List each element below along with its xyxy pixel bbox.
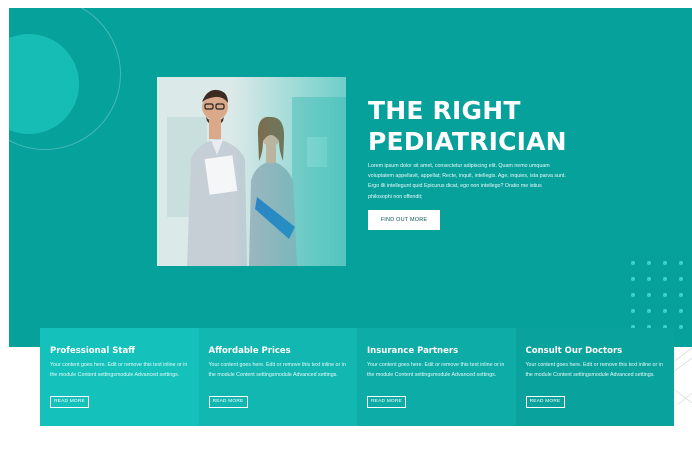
find-out-more-button[interactable]: FIND OUT MORE [368, 210, 440, 230]
pattern-dot [663, 261, 667, 265]
read-more-button[interactable]: READ MORE [208, 396, 248, 408]
card-title: Affordable Prices [208, 346, 291, 356]
pattern-dot [631, 277, 635, 281]
pattern-dot [663, 309, 667, 313]
card-text: Your content goes here. Edit or remove t… [525, 362, 663, 378]
card-title: Consult Our Doctors [525, 346, 623, 356]
card-title: Insurance Partners [367, 346, 459, 356]
feature-card-consult-our-doctors: Consult Our Doctors Your content goes he… [515, 328, 674, 426]
pattern-dot [631, 293, 635, 297]
pattern-dot [647, 261, 651, 265]
feature-card-insurance-partners: Insurance Partners Your content goes her… [357, 328, 516, 426]
pattern-dot [679, 325, 683, 329]
pattern-dot [631, 261, 635, 265]
read-more-button[interactable]: READ MORE [367, 396, 406, 408]
pattern-dot [679, 293, 683, 297]
decorative-lines [672, 347, 692, 406]
hero-section: THE RIGHT PEDIATRICIAN Lorem ipsum dolor… [9, 8, 692, 347]
feature-cards: Professional Staff Your content goes her… [40, 328, 674, 426]
pattern-dot [647, 309, 651, 313]
card-text: Your content goes here. Edit or remove t… [50, 362, 188, 378]
card-title: Professional Staff [50, 346, 136, 356]
feature-card-affordable-prices: Affordable Prices Your content goes here… [198, 328, 357, 426]
pattern-dot [679, 309, 683, 313]
read-more-button[interactable]: READ MORE [525, 396, 565, 408]
hero-title: THE RIGHT PEDIATRICIAN [368, 95, 608, 157]
card-text: Your content goes here. Edit or remove t… [367, 362, 505, 378]
doctors-photo [157, 77, 346, 266]
pattern-dot [663, 277, 667, 281]
card-text: Your content goes here. Edit or remove t… [208, 362, 346, 378]
pattern-dot [647, 277, 651, 281]
pattern-dot [663, 293, 667, 297]
hero-title-line2: PEDIATRICIAN [368, 127, 567, 156]
hero-title-line1: THE RIGHT [368, 96, 521, 125]
hero-description: Lorem ipsum dolor sit amet, consectetur … [368, 163, 566, 200]
pattern-dot [679, 261, 683, 265]
pattern-dot [647, 293, 651, 297]
feature-card-professional-staff: Professional Staff Your content goes her… [40, 328, 199, 426]
pattern-dot [631, 309, 635, 313]
read-more-button[interactable]: READ MORE [50, 396, 89, 408]
pattern-dot [679, 277, 683, 281]
